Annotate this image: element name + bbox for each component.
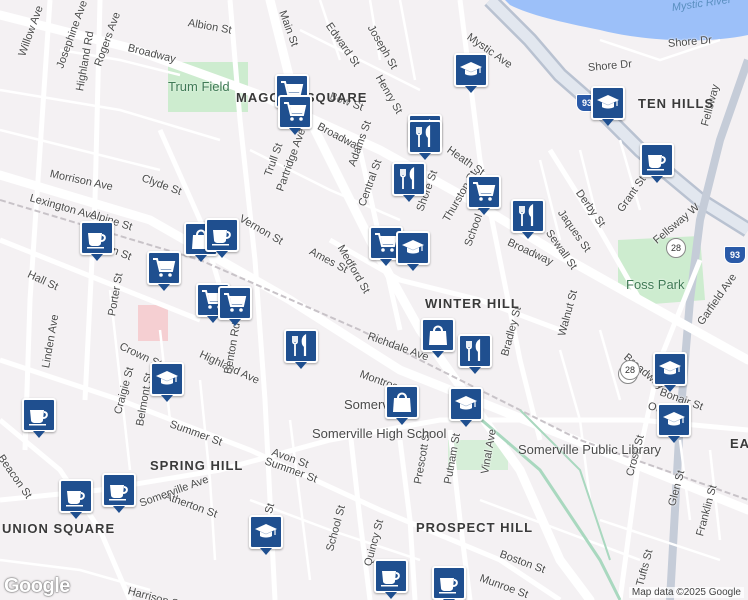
restaurant-icon (413, 125, 437, 149)
map-marker[interactable] (432, 566, 466, 600)
map-marker[interactable] (396, 231, 430, 271)
map-marker[interactable] (458, 334, 492, 374)
map-marker[interactable] (467, 175, 501, 215)
coffee-cup-icon (85, 226, 109, 250)
map-marker[interactable] (511, 199, 545, 239)
map-data-credit[interactable]: Map data ©2025 Google (628, 587, 744, 598)
shopping-cart-icon (283, 100, 307, 124)
graduation-cap-icon (454, 392, 478, 416)
shopping-cart-icon (374, 231, 398, 255)
map-marker[interactable] (80, 221, 114, 261)
map-marker[interactable] (374, 559, 408, 599)
restaurant-icon (289, 334, 313, 358)
map-marker[interactable] (591, 86, 625, 126)
graduation-cap-icon (596, 91, 620, 115)
shopping-cart-icon (472, 180, 496, 204)
google-logo: Google (4, 575, 70, 597)
shopping-bag-icon (390, 390, 414, 414)
map-marker[interactable] (218, 286, 252, 326)
map-marker[interactable] (205, 218, 239, 258)
coffee-cup-icon (645, 148, 669, 172)
map-marker[interactable] (385, 385, 419, 425)
coffee-cup-icon (107, 478, 131, 502)
graduation-cap-icon (662, 408, 686, 432)
map-marker[interactable] (408, 120, 442, 160)
restaurant-icon (516, 204, 540, 228)
graduation-cap-icon (401, 236, 425, 260)
map-marker[interactable] (653, 352, 687, 392)
restaurant-icon (397, 167, 421, 191)
map-marker[interactable] (454, 53, 488, 93)
map-marker[interactable] (278, 95, 312, 135)
coffee-cup-icon (210, 223, 234, 247)
shopping-bag-icon (426, 323, 450, 347)
map-marker[interactable] (22, 398, 56, 438)
shopping-cart-icon (152, 256, 176, 280)
map-marker[interactable] (392, 162, 426, 202)
graduation-cap-icon (658, 357, 682, 381)
graduation-cap-icon (155, 367, 179, 391)
map-marker[interactable] (640, 143, 674, 183)
map-marker[interactable] (102, 473, 136, 513)
route-shield: 28 (620, 360, 640, 380)
map-marker[interactable] (249, 515, 283, 555)
coffee-cup-icon (27, 403, 51, 427)
map-marker[interactable] (147, 251, 181, 291)
map-marker[interactable] (657, 403, 691, 443)
graduation-cap-icon (459, 58, 483, 82)
graduation-cap-icon (254, 520, 278, 544)
route-shield: 93 (724, 246, 746, 264)
coffee-cup-icon (379, 564, 403, 588)
map-marker[interactable] (449, 387, 483, 427)
coffee-cup-icon (64, 484, 88, 508)
map-marker[interactable] (284, 329, 318, 369)
shopping-cart-icon (223, 291, 247, 315)
restaurant-icon (463, 339, 487, 363)
route-shield: 28 (666, 238, 686, 258)
map-marker[interactable] (150, 362, 184, 402)
coffee-cup-icon (437, 571, 461, 595)
map-marker[interactable] (59, 479, 93, 519)
map-canvas[interactable]: Broadway Broadway Broadway Broadway Main St A… (0, 0, 748, 600)
map-marker[interactable] (421, 318, 455, 358)
